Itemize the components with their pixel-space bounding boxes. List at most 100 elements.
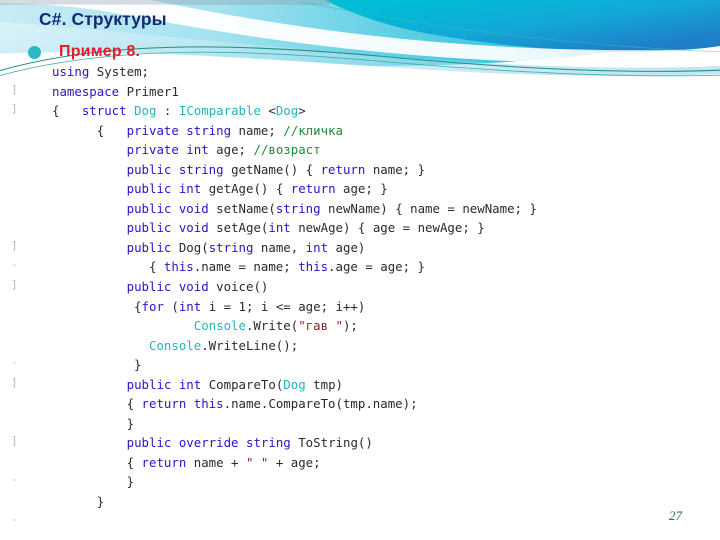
code-token: "гав " — [298, 318, 343, 334]
code-token: ToString() — [290, 435, 373, 451]
code-token: newAge) { age = newAge; } — [290, 220, 485, 236]
code-token: name; — [231, 122, 284, 138]
slide-page-number: 27 — [669, 508, 682, 523]
code-token: .name.CompareTo(tmp.name); — [223, 396, 418, 412]
code-line: ]{ struct Dog : IComparable <Dog> — [11, 101, 700, 121]
code-line: } — [52, 492, 700, 512]
code-token: .age = age; } — [328, 259, 426, 275]
code-token: string — [178, 161, 224, 177]
code-line: using System; — [52, 62, 700, 82]
code-token: setAge( — [208, 220, 269, 236]
code-token: return — [141, 454, 187, 470]
code-line: public void setAge(int newAge) { age = n… — [52, 218, 700, 238]
code-token: { — [52, 122, 127, 138]
code-line: public void setName(string newName) { na… — [52, 199, 700, 219]
code-line: - } — [11, 355, 700, 375]
code-fold-marker-icon: - — [11, 258, 18, 272]
code-token: age; — [208, 142, 254, 158]
code-token: int — [178, 181, 202, 197]
code-token: } — [52, 415, 135, 431]
code-line: public int getAge() { return age; } — [52, 179, 700, 199]
code-token: ); — [342, 318, 358, 334]
code-token: " " — [245, 454, 269, 470]
code-token: using — [52, 64, 90, 79]
code-token: age; } — [335, 181, 388, 197]
code-token: return — [320, 161, 366, 177]
code-token: > — [298, 103, 306, 119]
code-token: private — [126, 142, 179, 158]
code-line: { return this.name.CompareTo(tmp.name); — [52, 394, 700, 414]
code-token: int — [178, 298, 202, 314]
code-token: int — [268, 220, 291, 236]
code-token: name, — [253, 239, 306, 255]
code-token: string — [275, 200, 321, 216]
code-token: this — [298, 259, 329, 275]
code-token: int — [305, 239, 329, 255]
code-token: this — [193, 396, 224, 412]
code-token: private — [126, 122, 179, 138]
code-token: .Write( — [245, 318, 299, 334]
code-token: .name = name; — [193, 259, 299, 275]
code-fold-marker-icon: ] — [11, 375, 18, 389]
code-token: int — [186, 142, 209, 158]
code-token: this — [163, 259, 194, 275]
slide-canvas: C#. Структуры Пример 8. using System;] na… — [0, 0, 720, 540]
code-token: public — [126, 181, 172, 197]
code-token: return — [290, 181, 336, 197]
code-line: { return name + " " + age; — [52, 453, 700, 473]
code-line: Console.Write("гав "); — [52, 316, 700, 336]
code-token: string — [186, 122, 232, 138]
bullet-dot-icon — [28, 45, 41, 59]
csharp-code-block: using System;] namespace Primer1] { struct… — [11, 62, 700, 531]
code-listing-pane: using System;] namespace Primer1] { struct… — [11, 62, 700, 525]
code-token: : — [156, 103, 179, 119]
code-token: Console — [193, 318, 246, 334]
code-line: public string getName() { return name; } — [52, 160, 700, 180]
code-token: public — [126, 279, 172, 295]
code-token: age) — [328, 239, 366, 255]
code-line: } — [52, 414, 700, 434]
code-token: //кличка — [283, 122, 343, 138]
code-token: i = 1; i <= age; i++) — [201, 298, 366, 314]
code-token: ( — [163, 298, 179, 314]
code-token: setName( — [208, 200, 276, 216]
code-fold-marker-icon: ] — [11, 434, 18, 448]
code-token: int — [178, 376, 202, 392]
code-token: { — [52, 103, 82, 119]
code-token: getName() { — [223, 161, 321, 177]
code-token: void — [178, 279, 209, 295]
code-token: string — [246, 435, 291, 451]
code-line: Console.WriteLine(); — [52, 336, 700, 356]
code-fold-marker-icon: - — [11, 356, 18, 370]
code-token: Dog — [275, 103, 299, 119]
code-token: .WriteLine(); — [201, 337, 299, 353]
code-line: { private string name; //кличка — [52, 121, 700, 141]
code-token: CompareTo( — [201, 376, 284, 392]
code-token: public — [126, 200, 172, 216]
code-token: IComparable — [178, 103, 261, 119]
code-token: { — [52, 259, 164, 275]
code-token: name + — [186, 454, 246, 470]
code-token: return — [141, 396, 187, 412]
code-token: string — [208, 239, 254, 255]
code-token: for — [141, 298, 164, 314]
code-token: < — [260, 103, 276, 119]
code-token: newName) { name = newName; } — [320, 200, 537, 216]
code-fold-marker-icon: ] — [11, 102, 18, 116]
code-token: public — [126, 161, 172, 177]
code-line: private int age; //возраст — [52, 140, 700, 160]
